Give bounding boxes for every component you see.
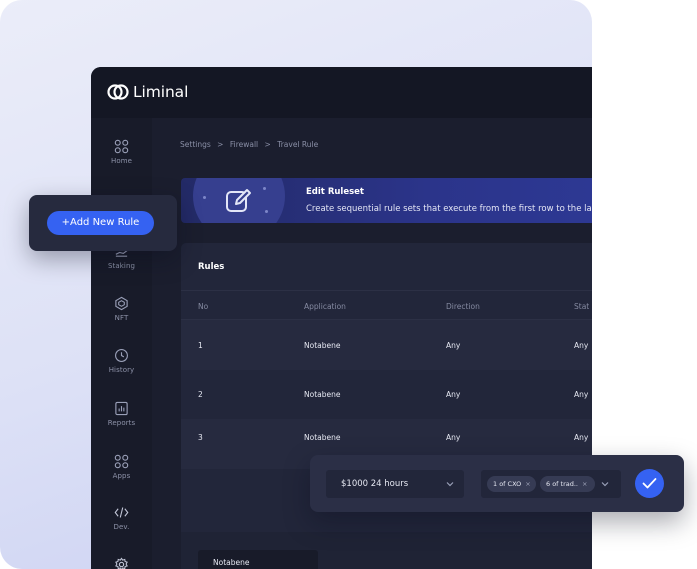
sidebar-item-settings[interactable] <box>91 557 152 569</box>
app-name: Liminal <box>133 83 189 101</box>
sidebar-item-history[interactable]: History <box>91 348 152 374</box>
sidebar-item-nft[interactable]: NFT <box>91 296 152 322</box>
sidebar-item-label: Staking <box>107 262 136 270</box>
breadcrumb: Settings > Firewall > Travel Rule <box>180 140 322 149</box>
sidebar-item-label: Reports <box>107 419 136 427</box>
sidebar: Home Staking NFT History Reports Apps De… <box>91 118 152 569</box>
nft-icon <box>115 296 128 311</box>
divider <box>181 290 592 291</box>
sidebar-item-apps[interactable]: Apps <box>91 454 152 480</box>
column-header-application: Application <box>304 302 346 311</box>
condition-panel: $1000 24 hours 1 of CXO × 6 of trad.. × <box>310 455 684 512</box>
application-select-value: Notabene <box>213 558 250 567</box>
tag-chip[interactable]: 1 of CXO × <box>487 476 536 492</box>
column-header-no: No <box>198 302 209 311</box>
new-rule-row: Notabene <box>181 532 592 569</box>
chevron-down-icon <box>446 482 454 487</box>
rules-title: Rules <box>198 262 225 272</box>
code-icon <box>114 507 129 518</box>
add-new-rule-button[interactable]: +Add New Rule <box>47 211 154 235</box>
sidebar-item-dev[interactable]: Dev. <box>91 505 152 531</box>
cell-direction: Any <box>446 341 461 350</box>
column-header-direction: Direction <box>446 302 480 311</box>
amount-select[interactable]: $1000 24 hours <box>326 470 464 498</box>
stage: Liminal Home Staking NFT History Reports… <box>0 0 697 569</box>
cell-no: 3 <box>198 433 203 442</box>
apps-grid-icon <box>114 454 129 469</box>
history-clock-icon <box>115 349 128 362</box>
cell-status: Any <box>574 390 589 399</box>
table-row[interactable]: 1 Notabene Any Any <box>181 320 592 370</box>
confirm-button[interactable] <box>635 469 664 498</box>
chevron-down-icon <box>601 482 609 487</box>
table-row[interactable]: 2 Notabene Any Any <box>181 371 592 418</box>
remove-tag-icon[interactable]: × <box>525 480 530 488</box>
approvers-select[interactable]: 1 of CXO × 6 of trad.. × <box>481 470 621 498</box>
cell-direction: Any <box>446 390 461 399</box>
cell-application: Notabene <box>304 390 341 399</box>
sidebar-item-home[interactable]: Home <box>91 139 152 165</box>
column-header-status: Stat <box>574 302 590 311</box>
breadcrumb-separator: > <box>264 140 271 149</box>
sidebar-item-label: Home <box>110 157 133 165</box>
edit-ruleset-banner: Edit Ruleset Create sequential rule sets… <box>181 178 592 223</box>
cell-direction: Any <box>446 433 461 442</box>
gear-icon <box>115 557 128 569</box>
reports-icon <box>115 401 128 416</box>
sidebar-item-label: Dev. <box>113 523 130 531</box>
cell-no: 2 <box>198 390 203 399</box>
star-decoration <box>203 196 206 199</box>
sidebar-item-label: NFT <box>114 314 129 322</box>
add-rule-panel: +Add New Rule <box>29 195 177 251</box>
banner-description: Create sequential rule sets that execute… <box>306 204 592 214</box>
cell-application: Notabene <box>304 433 341 442</box>
cell-no: 1 <box>198 341 203 350</box>
banner-title: Edit Ruleset <box>306 187 364 197</box>
tag-label: 1 of CXO <box>493 480 522 488</box>
home-grid-icon <box>114 139 129 154</box>
application-select[interactable]: Notabene <box>198 550 318 569</box>
cell-status: Any <box>574 433 589 442</box>
breadcrumb-settings[interactable]: Settings <box>180 140 211 149</box>
logo[interactable]: Liminal <box>107 81 188 103</box>
sidebar-item-reports[interactable]: Reports <box>91 401 152 427</box>
star-decoration <box>265 210 268 213</box>
star-decoration <box>263 187 266 190</box>
sidebar-item-label: History <box>108 366 135 374</box>
check-icon <box>642 478 657 489</box>
tag-chip[interactable]: 6 of trad.. × <box>540 476 595 492</box>
tag-label: 6 of trad.. <box>546 480 578 488</box>
edit-icon <box>226 189 251 212</box>
liminal-logo-icon <box>107 84 129 100</box>
amount-select-value: $1000 24 hours <box>341 479 409 489</box>
cell-status: Any <box>574 341 589 350</box>
breadcrumb-firewall[interactable]: Firewall <box>230 140 258 149</box>
remove-tag-icon[interactable]: × <box>582 480 587 488</box>
breadcrumb-separator: > <box>217 140 224 149</box>
sidebar-item-label: Apps <box>112 472 131 480</box>
top-bar: Liminal <box>91 67 592 118</box>
breadcrumb-travel-rule: Travel Rule <box>277 140 319 149</box>
rules-card: Rules No Application Direction Stat 1 No… <box>181 243 592 569</box>
cell-application: Notabene <box>304 341 341 350</box>
